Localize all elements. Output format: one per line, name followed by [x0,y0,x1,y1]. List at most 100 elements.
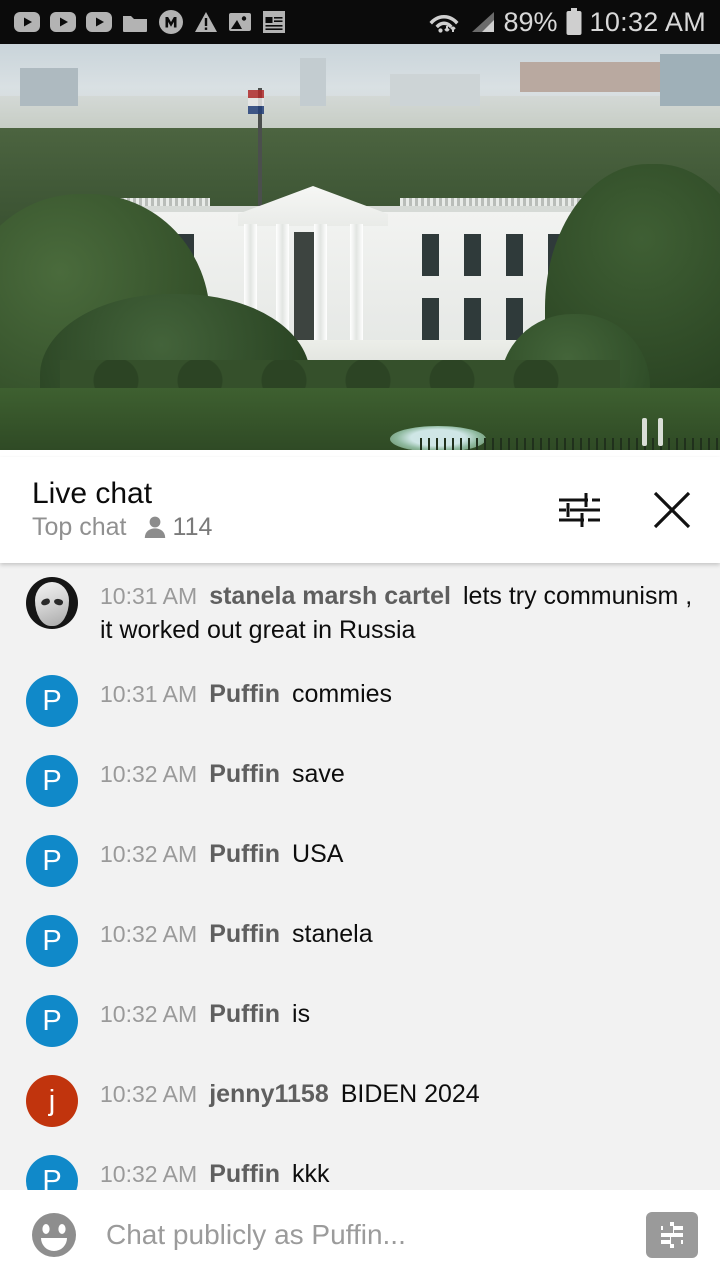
message-timestamp: 10:32 AM [100,1081,198,1107]
youtube-play-icon [50,12,76,32]
folder-icon [123,15,147,32]
message-line: 10:32 AM Puffin kkk [100,1158,700,1190]
message-text: BIDEN 2024 [340,1080,480,1108]
message-timestamp: 10:32 AM [100,921,198,947]
avatar[interactable]: P [26,755,78,807]
avatar[interactable]: P [26,675,78,727]
avatar[interactable]: P [26,915,78,967]
warning-triangle-icon [195,12,217,32]
avatar[interactable] [26,577,78,629]
message-timestamp: 10:32 AM [100,761,198,787]
message-author[interactable]: Puffin [197,760,280,788]
avatar[interactable]: P [26,1155,78,1190]
message-line: 10:32 AM Puffin save [100,758,700,792]
message-body: 10:32 AM jenny1158 BIDEN 2024 [100,1075,700,1112]
chat-message[interactable]: 10:31 AM stanela marsh cartel lets try com… [0,563,720,661]
avatar-initial: P [42,924,62,957]
avatar[interactable]: P [26,835,78,887]
message-author[interactable]: Puffin [197,1160,280,1188]
lamp-post [642,418,647,446]
avatar[interactable]: j [26,1075,78,1127]
chat-input[interactable] [80,1219,646,1251]
close-chat-button[interactable] [650,488,694,532]
viewer-count: 114 [143,513,213,542]
avatar-initial: P [42,684,62,717]
message-author[interactable]: Puffin [197,1000,280,1028]
viewer-count-label: 114 [172,513,213,542]
message-line: 10:32 AM Puffin stanela [100,918,700,952]
message-author[interactable]: Puffin [197,840,280,868]
alien-eye [53,597,64,607]
super-chat-button[interactable] [646,1212,698,1258]
message-text: commies [292,680,393,708]
emoji-picker-button[interactable] [28,1209,80,1261]
message-body: 10:32 AM Puffin save [100,755,700,792]
video-player[interactable] [0,44,720,450]
status-bar-notification-icons [14,9,286,35]
message-author[interactable]: stanela marsh cartel [197,582,451,610]
battery-icon [566,8,582,35]
chat-message[interactable]: j 10:32 AM jenny1158 BIDEN 2024 [0,1061,720,1141]
youtube-live-chat-screen: 89% 10:32 AM Live chat Top chat 114 10:3… [0,0,720,1280]
chat-header-titles: Live chat Top chat 114 [32,478,212,543]
dollar-sign-icon [661,1222,683,1248]
avatar-initial: P [42,844,62,877]
message-line: 10:32 AM Puffin USA [100,838,700,872]
message-line: 10:31 AM Puffin commies [100,678,700,712]
wifi-icon [429,15,459,33]
message-author[interactable]: Puffin [197,680,280,708]
chat-header-subrow: Top chat 114 [32,513,212,542]
avatar[interactable]: P [26,995,78,1047]
skyline-buildings [20,54,720,106]
chat-message[interactable]: P 10:32 AM Puffin is [0,981,720,1061]
status-bar-system-icons: 89% 10:32 AM [427,7,706,38]
avatar-initial: P [42,1004,62,1037]
news-icon [263,10,285,33]
chat-message[interactable]: P 10:32 AM Puffin USA [0,821,720,901]
battery-percent-label: 89% [503,6,558,37]
chat-message-list[interactable]: 10:31 AM stanela marsh cartel lets try com… [0,563,720,1190]
image-icon [229,13,251,31]
fence [420,438,720,450]
message-body: 10:32 AM Puffin stanela [100,915,700,952]
message-timestamp: 10:31 AM [100,681,198,707]
message-body: 10:32 AM Puffin is [100,995,700,1032]
message-line: 10:32 AM jenny1158 BIDEN 2024 [100,1078,700,1112]
chat-message[interactable]: P 10:31 AM Puffin commies [0,661,720,741]
message-text: kkk [292,1160,330,1188]
chat-settings-button[interactable] [556,489,602,531]
lamp-post [658,418,663,446]
status-bar-clock: 10:32 AM [589,6,706,37]
message-line: 10:32 AM Puffin is [100,998,700,1032]
avatar-initial: j [48,1084,56,1117]
alien-eye [40,597,51,607]
chat-mode-label[interactable]: Top chat [32,513,127,542]
avatar-initial: P [42,764,62,797]
message-timestamp: 10:32 AM [100,1001,198,1027]
alien-face-icon [35,582,69,626]
message-timestamp: 10:32 AM [100,1161,198,1187]
message-text: save [292,760,345,788]
m-circle-icon [159,10,183,34]
avatar-initial: P [42,1164,62,1191]
chat-header-actions [556,488,694,532]
chat-message[interactable]: P 10:32 AM Puffin save [0,741,720,821]
cell-signal-icon [472,12,495,32]
chat-message[interactable]: P 10:32 AM Puffin stanela [0,901,720,981]
message-line: 10:31 AM stanela marsh cartel lets try com… [100,580,700,647]
message-text: USA [292,840,344,868]
pediment [238,186,388,226]
message-body: 10:31 AM stanela marsh cartel lets try com… [100,577,700,647]
person-icon [144,516,165,539]
youtube-play-icon [86,12,112,32]
message-timestamp: 10:31 AM [100,583,198,609]
message-author[interactable]: jenny1158 [197,1080,329,1108]
message-body: 10:32 AM Puffin USA [100,835,700,872]
close-x-icon [653,491,691,529]
message-author[interactable]: Puffin [197,920,280,948]
chat-message[interactable]: P 10:32 AM Puffin kkk [0,1141,720,1190]
message-body: 10:32 AM Puffin kkk [100,1155,700,1190]
message-text: stanela [292,920,373,948]
tune-sliders-icon [559,493,600,527]
status-bar: 89% 10:32 AM [0,0,720,44]
